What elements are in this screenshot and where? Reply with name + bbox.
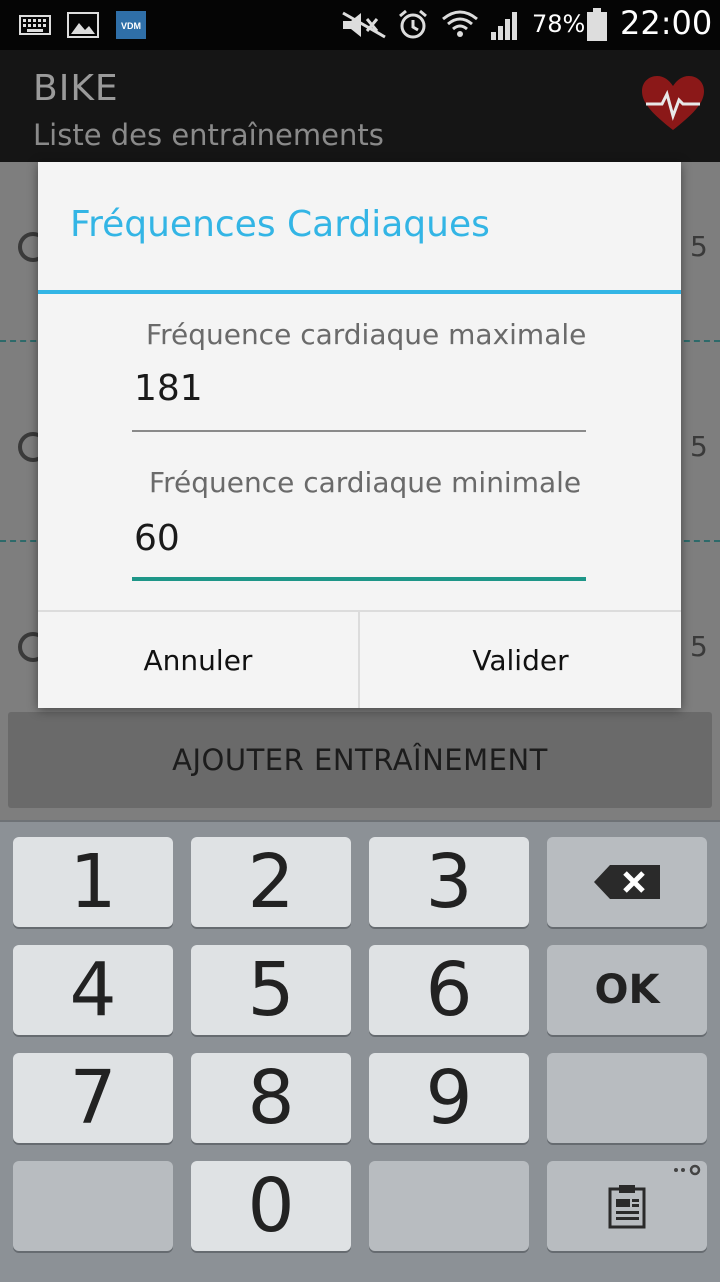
clipboard-key[interactable] (547, 1161, 707, 1251)
key-8[interactable]: 8 (191, 1053, 351, 1143)
backspace-key[interactable] (547, 837, 707, 927)
key-3[interactable]: 3 (369, 837, 529, 927)
key-5[interactable]: 5 (191, 945, 351, 1035)
key-9[interactable]: 9 (369, 1053, 529, 1143)
backspace-icon (594, 865, 660, 899)
cancel-button[interactable]: Annuler (38, 612, 358, 708)
numeric-keyboard: 1 2 3 4 5 6 OK 7 8 9 0 (0, 820, 720, 1282)
heart-rate-dialog: Fréquences Cardiaques Fréquence cardiaqu… (38, 162, 681, 708)
image-icon (66, 10, 100, 40)
list-item-value: 5 (690, 430, 708, 463)
key-1[interactable]: 1 (13, 837, 173, 927)
battery-percent: 78% (532, 10, 586, 38)
key-2[interactable]: 2 (191, 837, 351, 927)
keyboard-icon (18, 10, 52, 40)
clipboard-icon (608, 1185, 646, 1229)
wifi-icon (440, 10, 480, 40)
app-bar: BIKE Liste des entraînements (0, 50, 720, 162)
key-7[interactable]: 7 (13, 1053, 173, 1143)
svg-text:VDM: VDM (121, 21, 141, 31)
ok-key[interactable]: OK (547, 945, 707, 1035)
dialog-title: Fréquences Cardiaques (70, 204, 490, 245)
blank-key[interactable] (13, 1161, 173, 1251)
app-title: BIKE (33, 68, 119, 109)
alarm-icon (396, 9, 430, 40)
max-heart-rate-input[interactable]: 181 (134, 368, 203, 409)
status-bar: VDM 78% 22:00 (0, 0, 720, 50)
app-subtitle: Liste des entraînements (33, 118, 384, 152)
min-heart-rate-underline (132, 577, 586, 581)
list-item-value: 5 (690, 630, 708, 663)
max-heart-rate-underline (132, 430, 586, 432)
max-heart-rate-label: Fréquence cardiaque maximale (146, 318, 587, 351)
dialog-title-divider (38, 290, 681, 294)
heart-rate-icon[interactable] (640, 74, 706, 134)
blank-key[interactable] (547, 1053, 707, 1143)
list-item-value: 5 (690, 230, 708, 263)
battery-icon (585, 8, 609, 41)
blank-key[interactable] (369, 1161, 529, 1251)
mute-icon (340, 10, 388, 40)
min-heart-rate-label: Fréquence cardiaque minimale (149, 466, 582, 499)
clock-time: 22:00 (620, 4, 713, 42)
key-6[interactable]: 6 (369, 945, 529, 1035)
min-heart-rate-input[interactable]: 60 (134, 518, 180, 559)
key-0[interactable]: 0 (191, 1161, 351, 1251)
validate-button[interactable]: Valider (360, 612, 681, 708)
settings-icon (674, 1164, 701, 1176)
key-4[interactable]: 4 (13, 945, 173, 1035)
signal-icon (488, 10, 522, 40)
add-training-button[interactable]: AJOUTER ENTRAÎNEMENT (8, 712, 712, 808)
vdm-app-icon: VDM (116, 10, 146, 40)
